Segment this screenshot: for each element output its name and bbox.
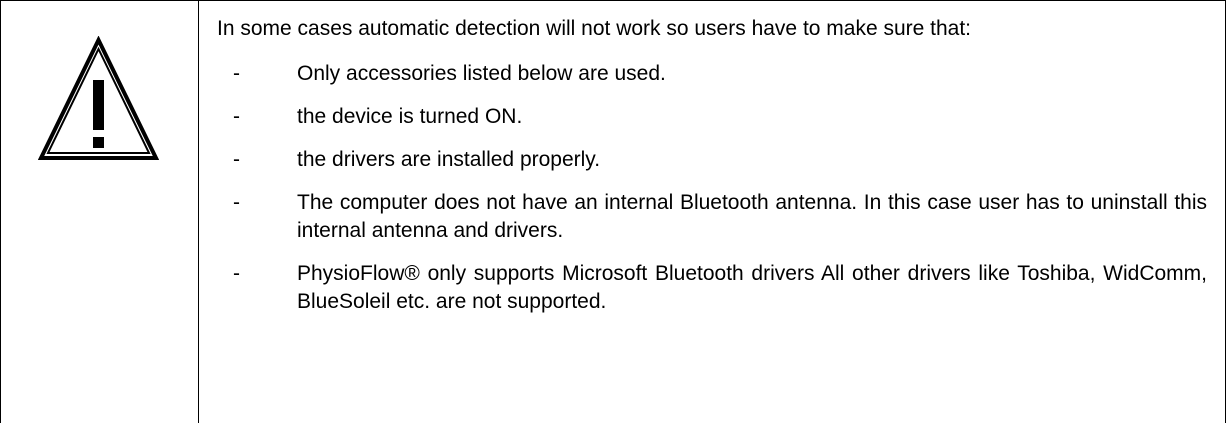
list-item: - the device is turned ON. xyxy=(217,103,1207,131)
dash-marker: - xyxy=(233,191,240,214)
list-item: - Only accessories listed below are used… xyxy=(217,60,1207,88)
icon-cell xyxy=(1,1,199,423)
list-item-text: Only accessories listed below are used. xyxy=(297,62,666,85)
requirements-list: - Only accessories listed below are used… xyxy=(217,60,1207,316)
dash-marker: - xyxy=(233,62,240,85)
warning-icon xyxy=(38,36,159,160)
dash-marker: - xyxy=(233,105,240,128)
list-item-text: PhysioFlow® only supports Microsoft Blue… xyxy=(297,262,1207,313)
notice-text-cell: In some cases automatic detection will n… xyxy=(217,15,1207,331)
list-item-text: the drivers are installed properly. xyxy=(297,148,601,171)
list-item-text: the device is turned ON. xyxy=(297,105,523,128)
list-item: - The computer does not have an internal… xyxy=(217,189,1207,245)
list-item: - the drivers are installed properly. xyxy=(217,146,1207,174)
list-item: - PhysioFlow® only supports Microsoft Bl… xyxy=(217,260,1207,316)
list-item-text: The computer does not have an internal B… xyxy=(297,191,1207,242)
notice-intro: In some cases automatic detection will n… xyxy=(217,17,972,40)
warning-notice-table: In some cases automatic detection will n… xyxy=(0,0,1226,423)
dash-marker: - xyxy=(233,262,240,285)
dash-marker: - xyxy=(233,148,240,171)
